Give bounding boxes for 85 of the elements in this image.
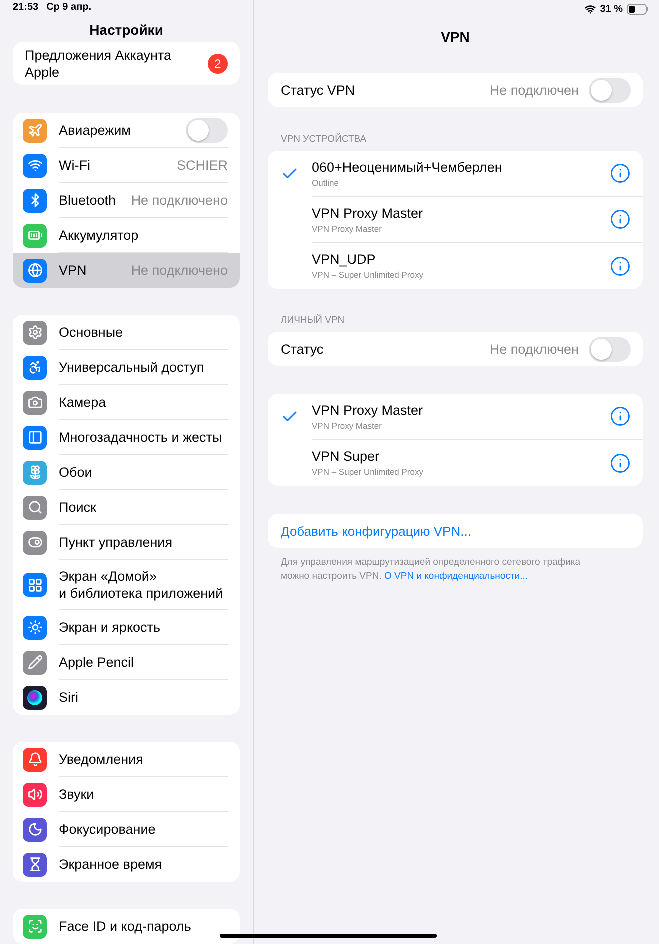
item-label: Фокусирование — [59, 820, 156, 838]
privacy-link[interactable]: О VPN и конфиденциальности... — [384, 571, 528, 582]
item-label: Многозадачность и жесты — [59, 428, 222, 446]
page-title: VPN — [440, 28, 471, 47]
vpn-type: Outline — [312, 178, 340, 188]
settings-item[interactable]: Камера — [13, 385, 240, 420]
settings-item[interactable]: Экранное время — [13, 847, 240, 882]
section-header: VPN УСТРОЙСТВА — [281, 134, 368, 145]
item-label: Apple Pencil — [59, 654, 134, 670]
info-button[interactable] — [610, 406, 631, 427]
item-label: Экранное время — [59, 856, 162, 873]
status-label: Статус — [281, 340, 325, 358]
status-label: Статус VPN — [281, 82, 356, 98]
item-label: Универсальный доступ — [59, 358, 204, 376]
vpn-row[interactable]: VPN Super VPN – Super Unlimited Proxy — [268, 440, 643, 486]
item-label: Обои — [59, 464, 92, 480]
settings-item[interactable]: Поиск — [13, 490, 240, 525]
item-label: Звуки — [59, 786, 94, 802]
item-label: Wi-Fi — [59, 156, 90, 174]
vpn-name[interactable]: VPN Super — [312, 449, 424, 464]
vpn-name[interactable]: VPN Proxy Master — [312, 206, 424, 220]
settings-item[interactable]: Универсальный доступ — [13, 350, 240, 385]
item-label: Аккумулятор — [59, 226, 139, 244]
item-value: Не подключено — [131, 192, 228, 208]
vpn-row[interactable]: VPN Proxy Master VPN Proxy Master — [268, 394, 643, 440]
vpn-type: VPN Proxy Master — [312, 224, 383, 234]
vpn-name[interactable]: VPN_UDP — [312, 252, 424, 267]
item-label: Siri — [59, 689, 78, 706]
date-text: Ср 9 апр. — [46, 2, 92, 13]
section-header: ЛИЧНЫЙ VPN — [281, 315, 346, 326]
settings-item[interactable]: Siri — [13, 680, 240, 715]
vpn-row[interactable]: VPN Proxy Master VPN Proxy Master — [268, 197, 643, 243]
item-label: VPN — [59, 262, 87, 279]
vpn-row[interactable]: 060+Неоценимый+Чемберлен Outline — [268, 151, 643, 197]
wifi-signal-icon — [585, 4, 596, 14]
vpn-type: VPN – Super Unlimited Proxy — [312, 270, 424, 280]
item-label: Основные — [59, 324, 124, 340]
vpn-name[interactable]: VPN Proxy Master — [312, 402, 424, 418]
item-value: SCHIER — [176, 158, 228, 172]
status-value: Не подключен — [490, 82, 579, 98]
settings-item[interactable]: Пункт управления — [13, 525, 240, 560]
info-button[interactable] — [610, 452, 631, 474]
sidebar-title: Настройки — [88, 21, 164, 40]
battery-percent: 31 % — [600, 4, 623, 14]
account-suggestions: Предложения Аккаунта Apple — [25, 46, 172, 80]
settings-item[interactable]: Фокусирование — [13, 812, 240, 847]
clock-time: 21:53 — [13, 2, 39, 13]
settings-item[interactable]: Авиарежим — [13, 113, 240, 148]
info-button[interactable] — [610, 256, 631, 276]
vpn-name[interactable]: 060+Неоценимый+Чемберлен — [312, 160, 502, 174]
toggle-switch[interactable] — [589, 78, 631, 102]
item-label: Камера — [59, 394, 106, 410]
info-button[interactable] — [610, 209, 631, 230]
item-value: Не подключено — [131, 263, 228, 278]
footer-note: Для управления маршрутизацией определенного сетевого трафика можно настроить VPN. О VPN и конфиденциальности... — [281, 556, 582, 584]
settings-item[interactable]: Основные — [13, 315, 240, 350]
settings-item[interactable]: Звуки — [13, 777, 240, 812]
settings-item[interactable]: Wi-Fi SCHIER — [13, 148, 240, 183]
item-label: Авиарежим — [59, 122, 131, 138]
settings-item[interactable]: Face ID и код-пароль — [13, 909, 240, 944]
info-button[interactable] — [610, 163, 631, 184]
notification-badge: 2 — [208, 54, 228, 74]
vpn-type: VPN – Super Unlimited Proxy — [312, 467, 424, 477]
item-label: Экран и яркость — [59, 618, 160, 636]
item-label: Face ID и код-пароль — [59, 918, 192, 935]
toggle-switch[interactable] — [589, 336, 631, 362]
item-label: Поиск — [59, 498, 96, 516]
settings-item[interactable]: Экран «Домой» и библиотека приложений — [13, 560, 240, 610]
item-label: Пункт управления — [59, 534, 173, 550]
status-value: Не подключен — [490, 342, 579, 356]
settings-item[interactable]: Экран и яркость — [13, 610, 240, 645]
item-label: Экран «Домой» и библиотека приложений — [59, 568, 224, 602]
settings-item[interactable]: VPN Не подключено — [13, 253, 240, 288]
account-card[interactable]: Предложения Аккаунта Apple 2 — [13, 42, 240, 85]
vpn-row[interactable]: VPN_UDP VPN – Super Unlimited Proxy — [268, 243, 643, 289]
settings-item[interactable]: Уведомления — [13, 742, 240, 777]
toggle-switch[interactable] — [186, 118, 228, 142]
item-label: Уведомления — [59, 750, 144, 768]
item-label: Bluetooth — [59, 192, 116, 208]
settings-item[interactable]: Bluetooth Не подключено — [13, 183, 240, 218]
settings-item[interactable]: Многозадачность и жесты — [13, 420, 240, 455]
battery-icon — [627, 4, 649, 14]
vpn-type: VPN Proxy Master — [312, 420, 383, 430]
settings-item[interactable]: Apple Pencil — [13, 645, 240, 680]
settings-item[interactable]: Обои — [13, 455, 240, 490]
